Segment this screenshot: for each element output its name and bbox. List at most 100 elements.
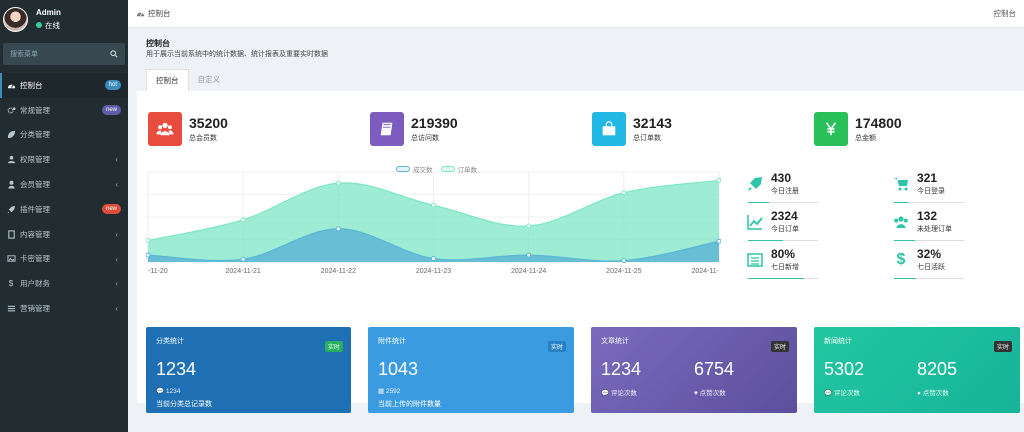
comment-icon: 💬: [156, 388, 166, 395]
comment-icon: 💬: [601, 390, 611, 397]
hot-badge: hot: [104, 80, 121, 90]
legend-item[interactable]: 成交数: [396, 164, 433, 174]
data-point[interactable]: [335, 180, 341, 186]
topbar-right-label[interactable]: 控制台: [994, 8, 1017, 19]
sidebar-item-label: 会员管理: [20, 180, 50, 190]
mini-stat-label: 七日活跃: [917, 264, 945, 271]
shopping-bag-icon: [592, 112, 626, 146]
data-point[interactable]: [240, 256, 246, 262]
breadcrumb[interactable]: 控制台: [136, 8, 171, 19]
sidebar-item-content[interactable]: 内容管理 ‹: [0, 222, 128, 247]
rocket-icon: [745, 174, 765, 194]
mini-stat-label: 今日订单: [771, 226, 799, 233]
card-sub-label: 点赞次数: [699, 390, 726, 397]
sidebar-item-label: 权限管理: [20, 155, 50, 165]
breadcrumb-text: 控制台: [148, 9, 171, 18]
card-sub-value: 1234: [165, 388, 181, 395]
data-point[interactable]: [526, 252, 532, 258]
data-point[interactable]: [621, 190, 627, 196]
mini-progress: [748, 277, 818, 279]
stat-label: 总订单数: [633, 135, 661, 142]
chevron-left-icon: ‹: [115, 304, 118, 314]
chevron-left-icon: ‹: [115, 180, 118, 190]
topbar: 控制台 控制台: [128, 0, 1024, 28]
sidebar-item-finance[interactable]: $ 用户财务 ‹: [0, 271, 128, 296]
mini-stat-value: 132: [917, 209, 938, 223]
users-icon: [891, 212, 911, 232]
user-panel: Admin 在线: [0, 0, 128, 38]
card-sub-label: 点赞次数: [922, 390, 949, 397]
x-tick-label: -11-20: [148, 268, 168, 275]
file-icon: [6, 229, 16, 239]
sidebar-item-label: 控制台: [20, 80, 43, 90]
sidebar-item-category[interactable]: 分类管理: [0, 123, 128, 148]
card-title: 文章统计: [601, 338, 629, 345]
list-icon: [6, 304, 16, 314]
user-status: 在线: [36, 20, 61, 31]
user-name: Admin: [36, 7, 61, 17]
book-icon: [370, 112, 404, 146]
area-chart: -11-20 2024-11-21 2024-11-22 2024-11-23 2024…: [145, 162, 722, 283]
sidebar-item-permission[interactable]: 权限管理 ‹: [0, 147, 128, 172]
mini-progress: [748, 239, 818, 241]
stat-label: 总访问数: [411, 135, 439, 142]
card-value: 5302: [824, 359, 865, 379]
card-value: 1234: [156, 359, 197, 379]
data-point[interactable]: [716, 238, 722, 244]
search-input[interactable]: 搜索菜单: [3, 43, 125, 65]
legend-item[interactable]: 订单数: [440, 164, 477, 174]
grid-icon: ▦: [378, 388, 386, 395]
tab-custom[interactable]: 自定义: [189, 69, 230, 91]
realtime-badge: 实时: [770, 341, 789, 352]
sidebar-item-general[interactable]: 常规管理 new: [0, 98, 128, 123]
main-panel: 控制台 用于展示当前系统中的统计数据、统计报表及重要实时数据 控制台 自定义 3…: [137, 32, 1024, 413]
list-alt-icon: [745, 250, 765, 270]
search-placeholder: 搜索菜单: [10, 51, 38, 58]
search-icon[interactable]: [110, 50, 118, 58]
stat-value: 174800: [855, 115, 902, 131]
mini-stat-value: 80%: [771, 247, 796, 261]
cart-icon: [891, 174, 911, 194]
sidebar-item-member[interactable]: 会员管理 ‹: [0, 172, 128, 197]
card-sub: ▦ 2592: [378, 387, 564, 395]
dashboard-icon: [136, 12, 145, 17]
avatar[interactable]: [3, 6, 28, 32]
mini-stat-weekly-new: 80% 七日新增: [745, 247, 885, 279]
x-tick-label: 2024-11-25: [606, 268, 641, 275]
mini-stat-login: 321 今日登录: [891, 171, 1024, 203]
x-tick-label: 2024-11-: [691, 268, 719, 275]
yen-icon: [814, 112, 848, 146]
data-point[interactable]: [145, 238, 151, 244]
chart-svg: -11-20 2024-11-21 2024-11-22 2024-11-23 2024…: [145, 171, 722, 275]
mini-stat-value: 2324: [771, 209, 798, 223]
legend-swatch: [396, 166, 410, 172]
mini-stat-label: 今日注册: [771, 188, 799, 195]
mini-stat-label: 今日登录: [917, 188, 945, 195]
data-point[interactable]: [621, 258, 627, 264]
online-dot-icon: [36, 22, 42, 28]
sidebar-item-label: 卡密管理: [20, 254, 50, 264]
card-article: 文章统计 实时 1234 💬 评论次数 6754 ♥ 点赞次数: [591, 327, 797, 413]
data-point[interactable]: [335, 226, 341, 232]
stat-value: 32143: [633, 115, 672, 131]
sidebar-item-plugin[interactable]: 插件管理 new: [0, 197, 128, 222]
data-point[interactable]: [716, 177, 722, 183]
stat-orders: 32143 总订单数: [592, 112, 672, 146]
data-point[interactable]: [145, 252, 151, 258]
sidebar-item-card[interactable]: 卡密管理 ‹: [0, 247, 128, 272]
sidebar-item-dashboard[interactable]: 控制台 hot: [0, 73, 128, 98]
card-title: 附件统计: [378, 338, 406, 345]
realtime-badge: 实时: [993, 341, 1012, 352]
new-badge: new: [101, 104, 121, 115]
card-sub-label: 评论次数: [610, 390, 637, 397]
tab-dashboard[interactable]: 控制台: [146, 69, 189, 91]
tab-bar: 控制台 自定义: [146, 69, 229, 91]
data-point[interactable]: [431, 256, 436, 262]
data-point[interactable]: [240, 217, 246, 223]
data-point[interactable]: [431, 202, 436, 208]
mini-stat-value: 32%: [917, 247, 942, 261]
sidebar-item-marketing[interactable]: 营销管理 ‹: [0, 296, 128, 321]
mini-stat-orders: 2324 今日订单: [745, 209, 885, 241]
data-point[interactable]: [526, 223, 532, 229]
user-status-text: 在线: [45, 20, 60, 30]
